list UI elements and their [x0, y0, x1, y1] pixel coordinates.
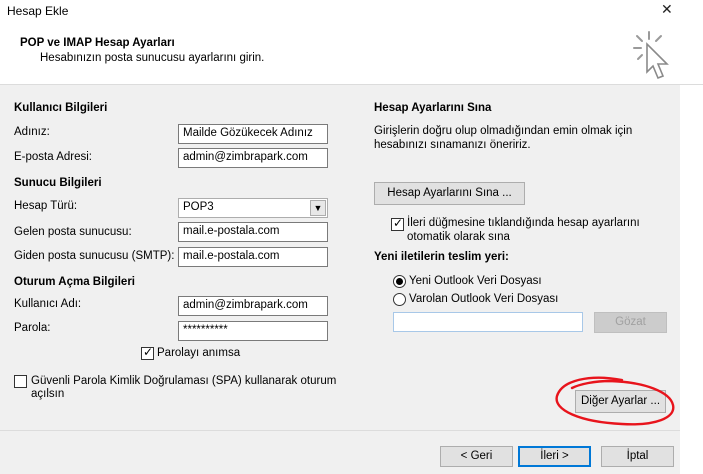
username-input[interactable]: admin@zimbrapark.com — [178, 296, 328, 316]
wizard-footer — [0, 431, 703, 474]
test-desc-line1: Girişlerin doğru olup olmadığından emin … — [374, 125, 633, 137]
radio-dot-icon — [396, 278, 403, 285]
email-input[interactable]: admin@zimbrapark.com — [178, 148, 328, 168]
annotation-highlight-circle — [555, 376, 675, 426]
spa-label-line1: Güvenli Parola Kimlik Doğrulaması (SPA) … — [31, 375, 337, 387]
new-data-file-radio[interactable] — [393, 275, 406, 288]
cursor-click-icon — [633, 31, 669, 80]
right-edge-strip — [680, 85, 703, 474]
auto-test-checkbox[interactable]: ✓ — [391, 216, 404, 231]
spa-label-line2: açılsın — [31, 388, 65, 400]
test-settings-heading: Hesap Ayarlarını Sına — [374, 102, 492, 114]
password-label: Parola: — [14, 322, 51, 334]
incoming-server-label: Gelen posta sunucusu: — [14, 226, 132, 238]
cancel-button[interactable]: İptal — [601, 446, 674, 467]
existing-data-file-radio[interactable] — [393, 293, 406, 306]
incoming-server-input[interactable]: mail.e-postala.com — [178, 222, 328, 242]
username-label: Kullanıcı Adı: — [14, 298, 82, 310]
name-label: Adınız: — [14, 126, 50, 138]
name-input[interactable]: Mailde Gözükecek Adınız — [178, 124, 328, 144]
data-file-path-input[interactable] — [393, 312, 583, 332]
test-settings-button[interactable]: Hesap Ayarlarını Sına ... — [374, 182, 525, 205]
delivery-heading: Yeni iletilerin teslim yeri: — [374, 251, 509, 263]
back-button[interactable]: < Geri — [440, 446, 513, 467]
existing-data-file-label: Varolan Outlook Veri Dosyası — [409, 293, 559, 305]
new-data-file-label: Yeni Outlook Veri Dosyası — [409, 275, 542, 287]
close-icon[interactable]: ✕ — [661, 1, 673, 18]
remember-password-checkbox[interactable]: ✓ — [141, 345, 154, 360]
check-icon: ✓ — [143, 345, 154, 359]
password-input[interactable]: ********** — [178, 321, 328, 341]
account-type-select[interactable]: POP3 ▼ — [178, 198, 328, 218]
account-type-value: POP3 — [183, 201, 214, 213]
title-bar — [0, 0, 703, 22]
logon-info-heading: Oturum Açma Bilgileri — [14, 276, 135, 288]
window-title: Hesap Ekle — [7, 4, 69, 18]
auto-test-label-line1: İleri düğmesine tıklandığında hesap ayar… — [407, 217, 640, 229]
auto-test-label-line2: otomatik olarak sına — [407, 231, 510, 243]
check-icon: ✓ — [393, 216, 404, 230]
remember-password-label: Parolayı anımsa — [157, 347, 241, 359]
browse-button[interactable]: Gözat — [594, 312, 667, 333]
email-label: E-posta Adresi: — [14, 151, 92, 163]
user-info-heading: Kullanıcı Bilgileri — [14, 102, 108, 114]
next-button[interactable]: İleri > — [518, 446, 591, 467]
test-desc-line2: hesabınızı sınamanızı öneririz. — [374, 139, 531, 151]
account-type-label: Hesap Türü: — [14, 200, 78, 212]
page-title: POP ve IMAP Hesap Ayarları — [20, 37, 175, 49]
outgoing-server-input[interactable]: mail.e-postala.com — [178, 247, 328, 267]
spa-checkbox[interactable] — [14, 375, 27, 388]
outgoing-server-label: Giden posta sunucusu (SMTP): — [14, 250, 175, 262]
chevron-down-icon[interactable]: ▼ — [310, 200, 326, 216]
server-info-heading: Sunucu Bilgileri — [14, 177, 102, 189]
page-subtitle: Hesabınızın posta sunucusu ayarlarını gi… — [40, 52, 265, 64]
